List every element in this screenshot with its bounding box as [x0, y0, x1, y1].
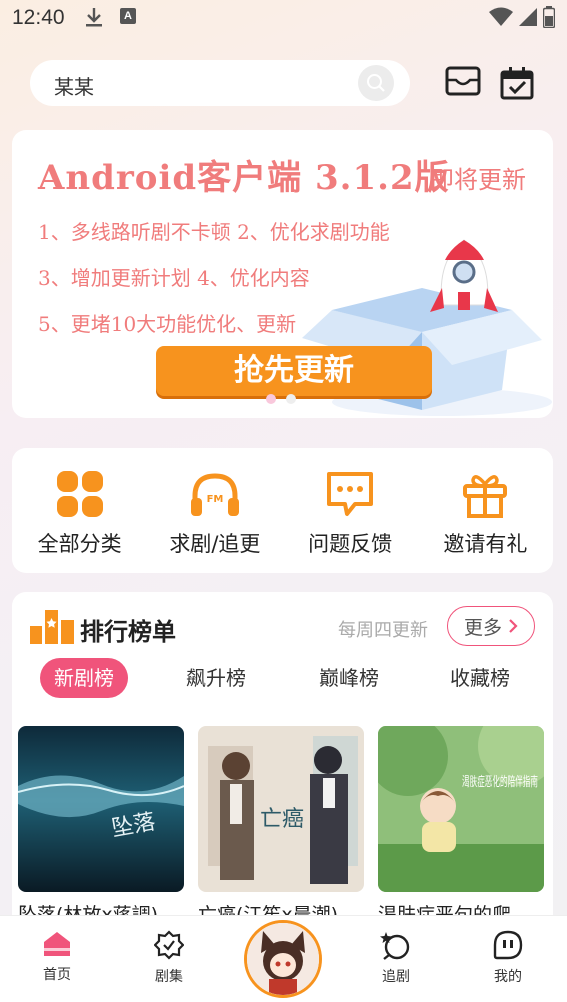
search-icon: [367, 74, 385, 92]
nav-profile[interactable]: 我的: [478, 930, 538, 986]
center-avatar-button[interactable]: [244, 920, 322, 998]
status-bar: 12:40 A: [0, 0, 567, 34]
tab-rising[interactable]: 飙升榜: [172, 658, 260, 698]
quick-actions: 全部分类 FM 求剧/追更 问题反馈 邀请有礼: [12, 448, 553, 573]
quick-action-label: 求剧/追更: [169, 532, 261, 556]
drama-card[interactable]: 亡癌 亡癌(江笙x晨潮): [198, 726, 364, 922]
more-label: 更多: [463, 616, 502, 639]
cover-text: 亡癌: [260, 807, 304, 832]
grid-icon: [54, 468, 106, 520]
badge-icon: [154, 930, 184, 960]
signal-icon: [519, 7, 537, 31]
drama-cover: 坠落: [18, 726, 184, 892]
headphones-icon: FM: [189, 468, 241, 520]
tab-peak[interactable]: 巅峰榜: [305, 658, 393, 698]
chase-icon: [380, 932, 410, 960]
profile-icon: [493, 930, 523, 960]
tab-favorites[interactable]: 收藏榜: [436, 658, 524, 698]
drama-cover: 渴肤症恶化的陪伴指南: [378, 726, 544, 892]
promo-banner[interactable]: Android客户端 3.1.2版 即将更新 1、多线路听剧不卡顿 2、优化求剧…: [12, 130, 553, 418]
nav-series[interactable]: 剧集: [139, 930, 199, 986]
nav-label: 追剧: [382, 969, 410, 985]
drama-card[interactable]: 坠落 坠落(林放x蒋調): [18, 726, 184, 922]
quick-action-label: 邀请有礼: [443, 532, 528, 556]
quick-action-request-drama[interactable]: FM 求剧/追更: [147, 448, 282, 573]
nav-home[interactable]: 首页: [27, 930, 87, 984]
inbox-icon[interactable]: [445, 66, 481, 100]
ranking-update-note: 每周四更新: [338, 620, 428, 641]
quick-action-feedback[interactable]: 问题反馈: [283, 448, 418, 573]
quick-action-all-categories[interactable]: 全部分类: [12, 448, 147, 573]
chat-bubble-icon: [324, 468, 376, 520]
ranking-section: 排行榜单 每周四更新 更多 新剧榜 飙升榜 巅峰榜 收藏榜 坠落 坠落(林放x蒋…: [12, 592, 553, 922]
update-now-button[interactable]: 抢先更新: [156, 346, 432, 396]
gift-icon: [459, 468, 511, 520]
nav-label: 我的: [494, 969, 522, 985]
bar-chart-icon: [30, 608, 74, 648]
ranking-tabs: 新剧榜 飙升榜 巅峰榜 收藏榜: [12, 658, 553, 698]
avatar: [247, 923, 319, 995]
wifi-icon: [489, 7, 513, 31]
cover-text: 渴肤症恶化的陪伴指南: [462, 774, 538, 790]
drama-cover: 亡癌: [198, 726, 364, 892]
banner-subtitle: 即将更新: [430, 166, 526, 194]
search-input[interactable]: 某某: [54, 71, 94, 100]
nav-follow[interactable]: 追剧: [366, 930, 426, 986]
ranking-title: 排行榜单: [80, 618, 176, 646]
a-badge-icon: A: [120, 8, 136, 24]
more-button[interactable]: 更多: [447, 606, 535, 646]
bottom-nav: 首页 剧集 追剧 我的: [0, 915, 567, 1002]
carousel-dot-active: [266, 394, 276, 404]
home-icon: [44, 932, 70, 956]
nav-label: 首页: [43, 967, 71, 983]
banner-title: Android客户端 3.1.2版: [38, 158, 450, 198]
calendar-check-icon[interactable]: [500, 66, 534, 104]
search-bar[interactable]: 某某: [30, 60, 410, 106]
banner-line: 3、增加更新计划 4、优化内容: [38, 266, 310, 290]
status-time: 12:40: [12, 6, 65, 29]
tab-new-drama[interactable]: 新剧榜: [40, 658, 128, 698]
drama-card[interactable]: 渴肤症恶化的陪伴指南 渴肤症恶句的爬: [378, 726, 544, 922]
search-button[interactable]: [358, 65, 394, 101]
quick-action-label: 全部分类: [37, 532, 122, 556]
carousel-indicator: [266, 394, 296, 404]
chevron-right-icon: [509, 619, 518, 633]
download-icon: [84, 6, 104, 32]
carousel-dot: [286, 394, 296, 404]
battery-icon: [542, 6, 556, 32]
nav-label: 剧集: [155, 969, 183, 985]
svg-text:FM: FM: [206, 494, 223, 505]
banner-line: 5、更堵10大功能优化、更新: [38, 312, 297, 336]
quick-action-label: 问题反馈: [308, 532, 393, 556]
quick-action-invite[interactable]: 邀请有礼: [418, 448, 553, 573]
